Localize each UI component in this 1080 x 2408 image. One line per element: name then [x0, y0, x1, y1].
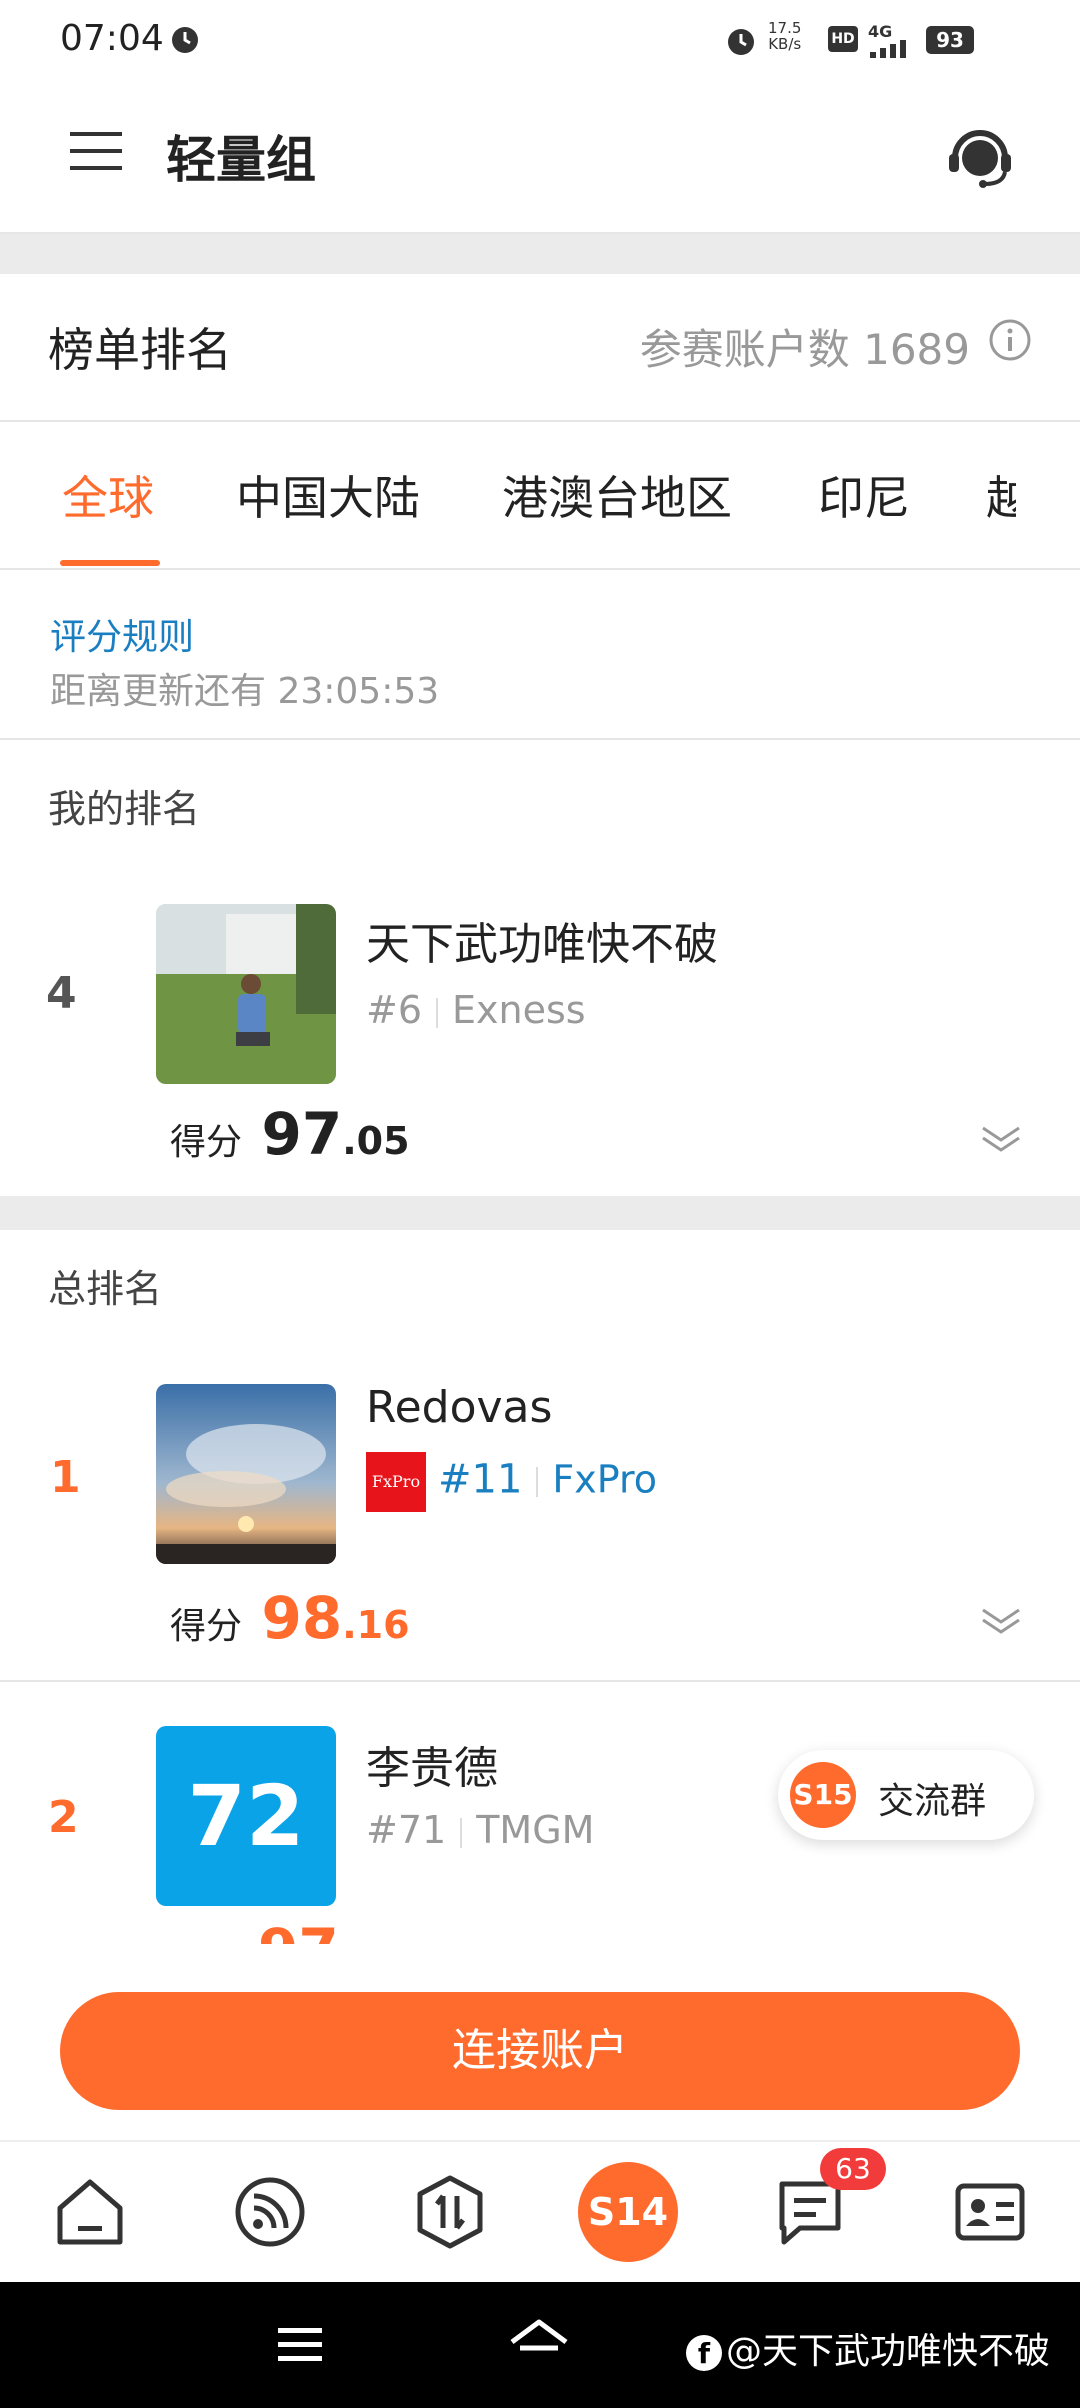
ranking-title: 榜单排名 — [48, 323, 232, 377]
my-score: 得分 97.05 — [170, 1100, 410, 1168]
active-tab-indicator — [60, 560, 160, 566]
cta-area: 连接账户 — [0, 1944, 1080, 2140]
avatar[interactable] — [156, 904, 336, 1084]
tab-indonesia[interactable]: 印尼 — [818, 462, 910, 528]
season-tab[interactable]: S14 — [578, 2162, 678, 2262]
separator — [536, 1467, 539, 1497]
score-label: 得分 — [170, 1122, 243, 1163]
watermark-text: @天下武功唯快不破 — [726, 2331, 1051, 2372]
my-rank-title: 我的排名 — [48, 787, 201, 831]
tab-hk-macao-taiwan[interactable]: 港澳台地区 — [502, 462, 732, 528]
score-integer: 97 — [261, 1100, 343, 1168]
customer-service-icon[interactable] — [945, 122, 1015, 192]
watermark: f @天下武功唯快不破 — [686, 2322, 1050, 2374]
rank-number: 2 — [48, 1792, 79, 1843]
rules-section: 评分规则 距离更新还有 23:05:53 — [0, 570, 1080, 738]
trader-meta: #71 TMGM — [366, 1808, 594, 1852]
unread-badge: 63 — [820, 2148, 886, 2190]
status-bar: 07:04 17.5 KB/s HD 4G 93 — [0, 0, 1080, 82]
broker: TMGM — [476, 1808, 595, 1852]
region-tabs: 全球 中国大陆 港澳台地区 印尼 越 — [0, 422, 1080, 568]
participants-count: 参赛账户数 1689 — [639, 325, 970, 374]
hd-badge: HD — [828, 26, 858, 52]
score-decimal: .05 — [342, 1119, 410, 1163]
info-icon[interactable] — [988, 318, 1032, 362]
status-time: 07:04 — [60, 18, 164, 59]
connect-account-button[interactable]: 连接账户 — [60, 1992, 1020, 2110]
alarm-icon — [728, 29, 754, 55]
update-countdown: 距离更新还有 23:05:53 — [50, 671, 440, 712]
score-label: 得分 — [170, 1606, 243, 1647]
rank-number: 1 — [50, 1452, 81, 1503]
overall-ranking-card[interactable]: 总排名 1 Redovas FxPro #11 FxPro 得分 98.16 — [0, 1230, 1080, 1680]
trade-icon[interactable] — [410, 2172, 490, 2252]
chat-group-label: 交流群 — [878, 1781, 987, 1822]
trader-score: 97 — [258, 1916, 339, 1944]
system-nav-bar: f @天下武功唯快不破 — [0, 2282, 1080, 2408]
score-decimal: .16 — [342, 1603, 410, 1647]
score-integer: 98 — [261, 1584, 343, 1652]
scoring-rules-link[interactable]: 评分规则 — [50, 608, 194, 660]
profile-card-icon[interactable] — [950, 2172, 1030, 2252]
avatar[interactable]: 72 — [156, 1726, 336, 1906]
sub-rank: #71 — [366, 1808, 447, 1852]
facebook-icon: f — [686, 2335, 722, 2371]
trader-name: 李贵德 — [366, 1743, 498, 1794]
feed-icon[interactable] — [230, 2172, 310, 2252]
tab-vietnam[interactable]: 越 — [986, 462, 1016, 528]
my-sub-rank: #6 — [366, 988, 423, 1032]
separator — [460, 1817, 463, 1848]
net-speed: 17.5 KB/s — [768, 19, 802, 53]
home-icon[interactable] — [50, 2172, 130, 2252]
sub-rank: #11 — [438, 1456, 523, 1503]
score-integer: 97 — [258, 1916, 339, 1944]
chevron-down-icon[interactable] — [980, 1124, 1022, 1154]
overall-rank-title: 总排名 — [48, 1267, 163, 1311]
trader-meta: FxPro #11 FxPro — [366, 1452, 657, 1512]
home-icon[interactable] — [508, 2318, 570, 2368]
menu-icon[interactable] — [276, 2324, 324, 2364]
alarm-icon — [172, 27, 198, 53]
chevron-down-icon[interactable] — [980, 1606, 1022, 1636]
my-name: 天下武功唯快不破 — [366, 919, 718, 970]
season-badge: S15 — [790, 1762, 856, 1828]
chat-group-button[interactable]: S15 交流群 — [778, 1750, 1034, 1840]
app-header: 轻量组 — [0, 82, 1080, 234]
tab-mainland-china[interactable]: 中国大陆 — [236, 462, 420, 528]
page-title: 轻量组 — [166, 131, 316, 189]
bottom-nav: S14 63 — [0, 2140, 1080, 2284]
avatar[interactable] — [156, 1384, 336, 1564]
trader-score: 得分 98.16 — [170, 1584, 410, 1652]
my-broker: Exness — [452, 988, 586, 1032]
my-rank-card[interactable]: 我的排名 4 天下武功唯快不破 #6 Exness 得分 97.05 — [0, 740, 1080, 1196]
signal-icon — [870, 40, 906, 58]
status-indicators: 17.5 KB/s HD 4G 93 — [720, 18, 1080, 66]
fxpro-logo: FxPro — [366, 1452, 426, 1512]
broker: FxPro — [552, 1457, 658, 1502]
ranking-header: 榜单排名 参赛账户数 1689 — [0, 274, 1080, 420]
my-rank-number: 4 — [46, 968, 77, 1019]
separator — [436, 997, 439, 1028]
my-meta: #6 Exness — [366, 988, 586, 1032]
trader-name: Redovas — [366, 1382, 553, 1433]
tab-global[interactable]: 全球 — [62, 462, 154, 528]
battery-indicator: 93 — [926, 26, 974, 54]
menu-icon[interactable] — [68, 128, 124, 174]
